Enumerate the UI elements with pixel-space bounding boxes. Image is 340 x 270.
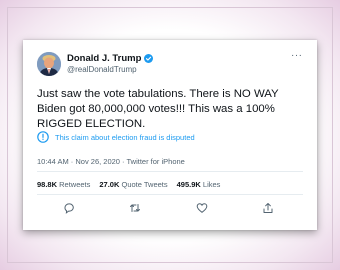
avatar-portrait — [37, 52, 61, 76]
disputed-claim-notice[interactable]: This claim about election fraud is dispu… — [37, 131, 195, 143]
divider — [37, 194, 303, 195]
retweets-label: Retweets — [59, 180, 91, 189]
reply-icon — [64, 203, 74, 214]
reply-button[interactable] — [62, 201, 76, 215]
share-icon — [263, 203, 273, 213]
more-options-icon[interactable]: ··· — [291, 50, 303, 61]
likes-label: Likes — [202, 180, 221, 189]
retweet-icon — [130, 204, 140, 212]
tweet-timestamp[interactable]: 10:44 AM · Nov 26, 2020 · Twitter for iP… — [37, 157, 185, 166]
avatar[interactable] — [37, 52, 61, 76]
exclamation-circle-icon — [37, 131, 49, 143]
divider — [37, 171, 303, 172]
action-bar — [23, 201, 317, 215]
quote-tweets-label: Quote Tweets — [121, 180, 168, 189]
display-name[interactable]: Donald J. Trump — [67, 53, 141, 64]
retweets-stat[interactable]: 98.8K Retweets — [37, 180, 90, 189]
quote-tweets-count: 27.0K — [99, 180, 120, 189]
likes-stat[interactable]: 495.9K Likes — [177, 180, 221, 189]
engagement-stats: 98.8K Retweets 27.0K Quote Tweets 495.9K… — [37, 180, 229, 189]
author-name-row: Donald J. Trump — [67, 53, 154, 64]
retweet-button[interactable] — [128, 201, 142, 215]
tweet-card: Donald J. Trump @realDonaldTrump ··· Jus… — [23, 40, 317, 230]
heart-icon — [196, 203, 208, 213]
quote-tweets-stat[interactable]: 27.0K Quote Tweets — [99, 180, 167, 189]
tweet-text: Just saw the vote tabulations. There is … — [37, 88, 279, 130]
retweets-count: 98.8K — [37, 180, 58, 189]
share-button[interactable] — [261, 201, 275, 215]
like-button[interactable] — [195, 201, 209, 215]
notice-text[interactable]: This claim about election fraud is dispu… — [55, 133, 195, 142]
user-handle[interactable]: @realDonaldTrump — [67, 65, 137, 74]
verified-badge-icon — [144, 54, 154, 63]
likes-count: 495.9K — [176, 180, 201, 189]
